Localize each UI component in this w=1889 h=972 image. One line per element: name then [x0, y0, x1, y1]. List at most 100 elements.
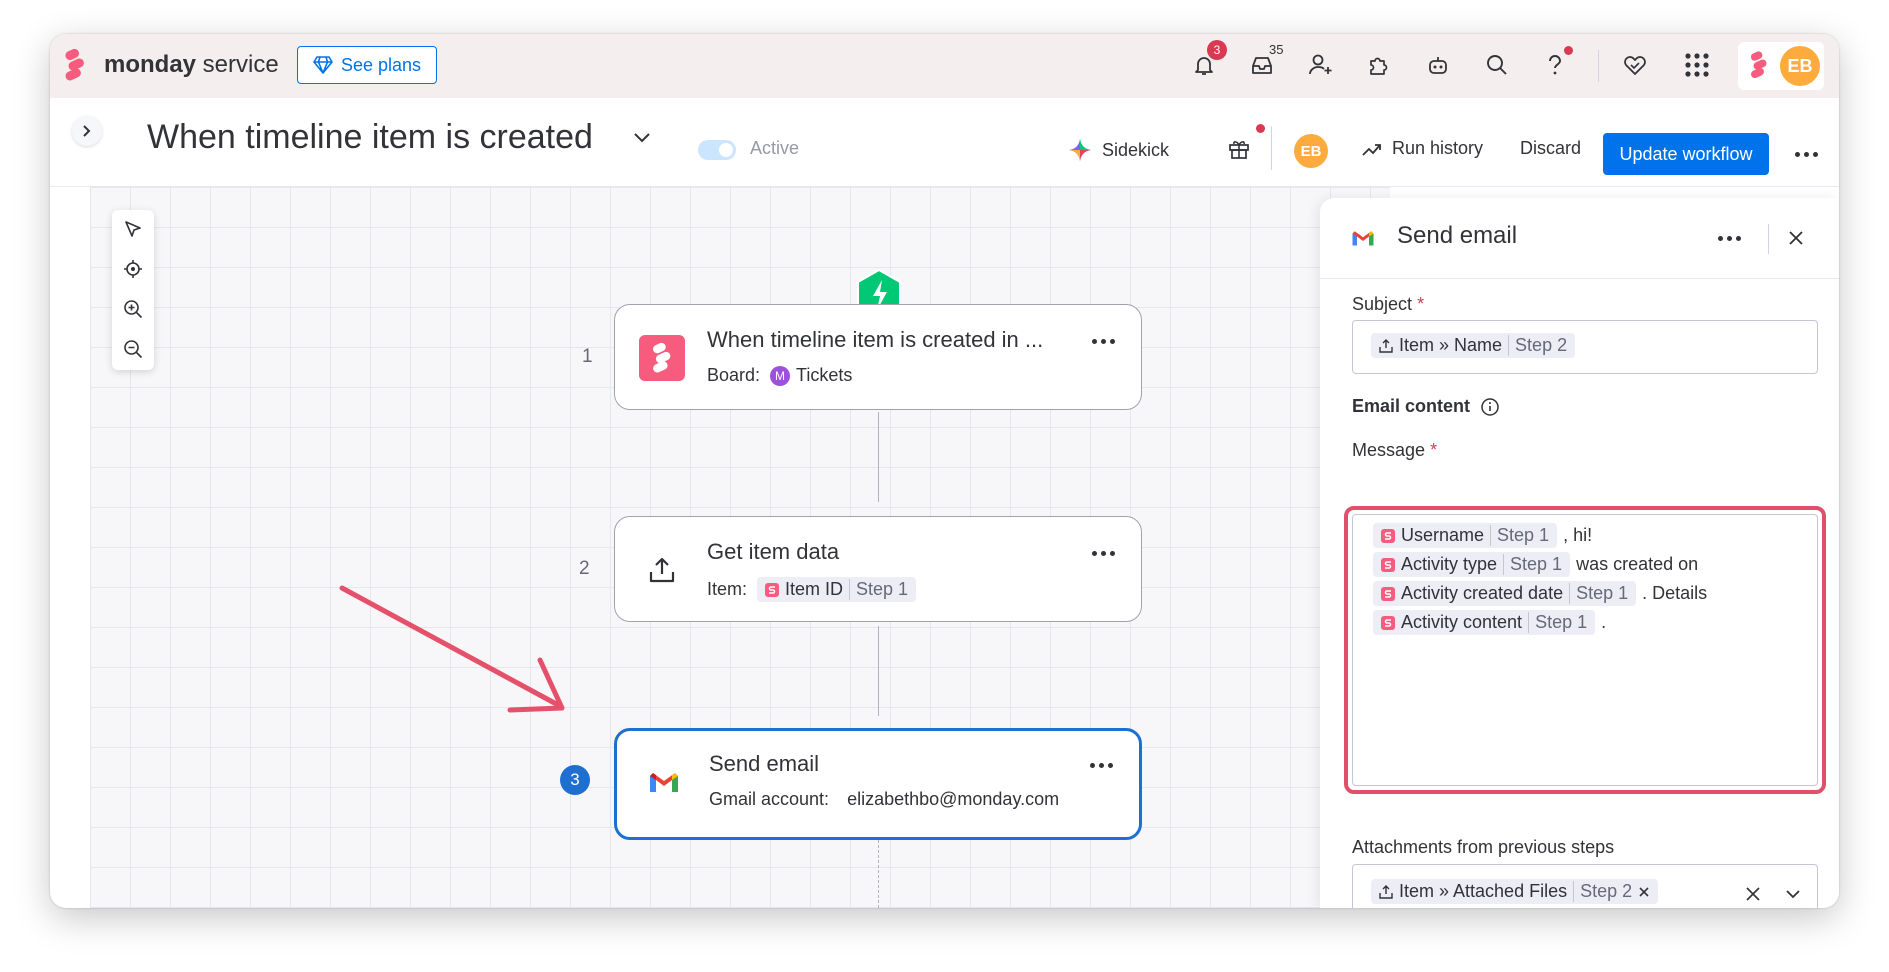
zoom-in-icon [124, 300, 143, 319]
panel-title: Send email [1397, 222, 1518, 249]
invite-members-button[interactable] [1304, 48, 1338, 82]
panel-divider [1768, 224, 1769, 254]
step-sub-label: Item: [707, 579, 748, 599]
subject-input[interactable]: Item » Name Step 2 [1352, 320, 1818, 374]
email-content-heading: Email content [1352, 396, 1500, 417]
app-window: monday service See plans 3 35 EB When ti… [50, 34, 1839, 908]
search-icon [1487, 55, 1507, 75]
step-details: Board: M Tickets [707, 365, 852, 386]
gmail-account-value: elizabethbo@monday.com [847, 789, 1060, 809]
update-workflow-button[interactable]: Update workflow [1603, 133, 1769, 175]
zoom-in-button[interactable] [112, 290, 154, 328]
inbox-count: 35 [1269, 42, 1284, 57]
chevron-down-icon[interactable] [633, 132, 651, 144]
workflow-title[interactable]: When timeline item is created [147, 118, 593, 157]
monday-service-logo-icon[interactable] [62, 48, 88, 82]
puzzle-icon [1370, 57, 1388, 75]
target-icon [124, 260, 142, 278]
attachments-select[interactable]: Item » Attached Files Step 2 [1352, 864, 1818, 908]
gift-icon [1229, 141, 1249, 159]
help-button[interactable] [1538, 46, 1573, 82]
step-title: When timeline item is created in ... [707, 327, 1044, 352]
cursor-icon [125, 221, 141, 237]
header-divider [1271, 126, 1272, 170]
discard-button[interactable]: Discard [1520, 138, 1581, 159]
board-initial-badge: M [770, 365, 791, 386]
active-toggle[interactable] [698, 140, 736, 160]
connector-line [878, 626, 879, 716]
close-icon[interactable] [1788, 230, 1804, 246]
subject-label: Subject * [1352, 294, 1425, 314]
info-icon[interactable] [1480, 397, 1500, 417]
workflow-header: When timeline item is created Active Sid… [50, 98, 1839, 187]
attachments-label: Attachments from previous steps [1352, 837, 1615, 857]
step-settings-panel: Send email Subject * Item » Name Step 2 … [1320, 198, 1839, 908]
board-name: Tickets [796, 365, 853, 385]
select-tool-button[interactable] [112, 210, 154, 248]
more-options-icon[interactable] [1092, 339, 1115, 344]
more-options-icon[interactable] [1092, 551, 1115, 556]
step-details: Item: Item ID Step 1 [707, 577, 917, 602]
step-details: Gmail account: elizabethbo@monday.com [709, 789, 1059, 810]
chevron-right-icon [83, 125, 91, 137]
step-sub-label: Board: [707, 365, 761, 385]
favorites-button[interactable] [1618, 48, 1652, 82]
step-title: Send email [709, 751, 820, 776]
panel-header: Send email [1320, 198, 1839, 279]
gift-button[interactable] [1228, 124, 1265, 165]
zoom-out-icon [124, 340, 143, 359]
heart-icon [1624, 56, 1646, 75]
user-avatar[interactable]: EB [1780, 46, 1820, 86]
panel-more-options-icon[interactable] [1718, 236, 1741, 241]
gift-dot-badge [1256, 124, 1265, 133]
ai-assistant-button[interactable] [1421, 48, 1455, 82]
remove-token-icon[interactable] [1638, 886, 1650, 898]
item-id-token[interactable]: Item ID Step 1 [757, 577, 917, 602]
connector-line [878, 412, 879, 502]
zoom-out-button[interactable] [112, 330, 154, 368]
inbox-button[interactable]: 35 [1245, 42, 1283, 82]
topbar-divider [1598, 50, 1599, 82]
workflow-step-get-item-data[interactable]: Get item data Item: Item ID Step 1 [614, 516, 1142, 622]
more-options-icon[interactable] [1795, 152, 1818, 157]
item-name-token[interactable]: Item » Name Step 2 [1371, 333, 1576, 358]
more-options-icon[interactable] [1090, 763, 1113, 768]
run-history-label: Run history [1392, 138, 1484, 158]
integrations-button[interactable] [1362, 48, 1396, 82]
step-number-badge: 3 [560, 765, 590, 795]
monday-service-icon [639, 335, 685, 381]
center-view-button[interactable] [112, 250, 154, 288]
expand-sidebar-button[interactable] [72, 116, 102, 146]
sidekick-label: Sidekick [1102, 139, 1170, 160]
sparkle-icon [1069, 139, 1091, 161]
notifications-button[interactable]: 3 [1187, 40, 1227, 82]
owner-avatar[interactable]: EB [1294, 134, 1328, 168]
diamond-icon [313, 56, 333, 74]
grid-icon [1685, 53, 1709, 77]
question-mark-icon [1549, 55, 1561, 75]
robot-icon [1429, 57, 1447, 74]
see-plans-label: See plans [340, 54, 422, 75]
step-number: 2 [579, 558, 590, 579]
chevron-down-icon[interactable] [1785, 889, 1801, 899]
message-label: Message * [1352, 440, 1438, 460]
workflow-step-trigger[interactable]: When timeline item is created in ... Boa… [614, 304, 1142, 410]
step-title: Get item data [707, 539, 840, 564]
inbox-icon [1252, 57, 1272, 74]
apps-grid-button[interactable] [1680, 48, 1714, 82]
message-highlight-annotation [1344, 506, 1826, 794]
upload-icon [639, 547, 685, 593]
see-plans-button[interactable]: See plans [297, 46, 437, 84]
workflow-step-send-email[interactable]: Send email Gmail account: elizabethbo@mo… [614, 728, 1142, 840]
sidekick-button[interactable]: Sidekick [1068, 138, 1169, 162]
step-sub-label: Gmail account: [709, 789, 830, 809]
attached-files-token[interactable]: Item » Attached Files Step 2 [1371, 879, 1659, 904]
run-history-button[interactable]: Run history [1362, 138, 1483, 159]
gmail-icon [641, 759, 687, 805]
connector-line-dashed [878, 840, 880, 908]
canvas-toolbar [112, 210, 154, 370]
clear-icon[interactable] [1745, 886, 1761, 902]
account-switcher[interactable]: EB [1738, 42, 1824, 90]
search-button[interactable] [1480, 48, 1514, 82]
brand-name: monday service [104, 51, 279, 78]
